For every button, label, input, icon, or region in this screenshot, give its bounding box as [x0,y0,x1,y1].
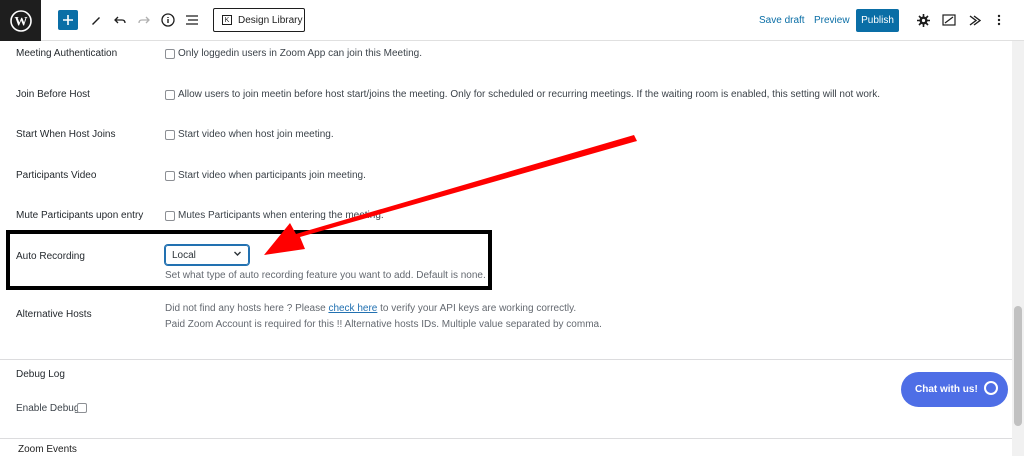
wordpress-logo[interactable]: W [0,0,41,41]
zoom-events-label[interactable]: Zoom Events [18,444,77,455]
preview-button[interactable]: Preview [814,15,850,26]
chat-bubble-icon [984,381,998,395]
style-icon[interactable] [941,9,957,31]
arrow-shape [264,135,637,255]
settings-icon[interactable] [915,9,931,31]
section-divider [0,359,1012,360]
debug-log-title: Debug Log [16,369,65,380]
alt-hosts-help-2: Paid Zoom Account is required for this !… [165,319,602,330]
pen-icon[interactable] [88,9,104,31]
alt-hosts-help-suffix: to verify your API keys are working corr… [380,303,577,314]
info-icon[interactable] [160,9,176,31]
alt-hosts-label: Alternative Hosts [16,309,92,320]
plus-icon[interactable] [58,10,78,30]
more-icon[interactable] [993,9,1005,31]
alt-hosts-help-prefix: Did not find any hosts here ? Please [165,303,326,314]
enable-debug-checkbox[interactable] [77,403,87,413]
settings-panel: Meeting Authentication Only loggedin use… [0,41,1024,456]
red-arrow-annotation [264,135,637,255]
publish-button[interactable]: Publish [856,9,899,32]
check-here-link[interactable]: check here [328,303,377,314]
top-toolbar: W K Design Library Save draft Preview Pu… [0,0,1024,41]
design-library-button[interactable]: K Design Library [213,8,305,32]
list-view-icon[interactable] [184,9,200,31]
scrollbar-thumb[interactable] [1014,306,1022,426]
svg-text:W: W [14,13,27,28]
enable-debug-label: Enable Debug? [16,403,85,414]
bottom-divider [0,438,1012,439]
undo-icon[interactable] [112,9,128,31]
plugin-icon[interactable] [966,9,982,31]
alt-hosts-help: Did not find any hosts here ? Please che… [165,303,576,314]
design-library-label: Design Library [238,14,303,26]
chat-widget-button[interactable]: Chat with us! [901,372,1008,407]
design-library-icon: K [222,15,232,25]
save-draft-button[interactable]: Save draft [759,15,805,26]
redo-icon[interactable] [136,9,152,31]
chat-label: Chat with us! [915,384,978,395]
